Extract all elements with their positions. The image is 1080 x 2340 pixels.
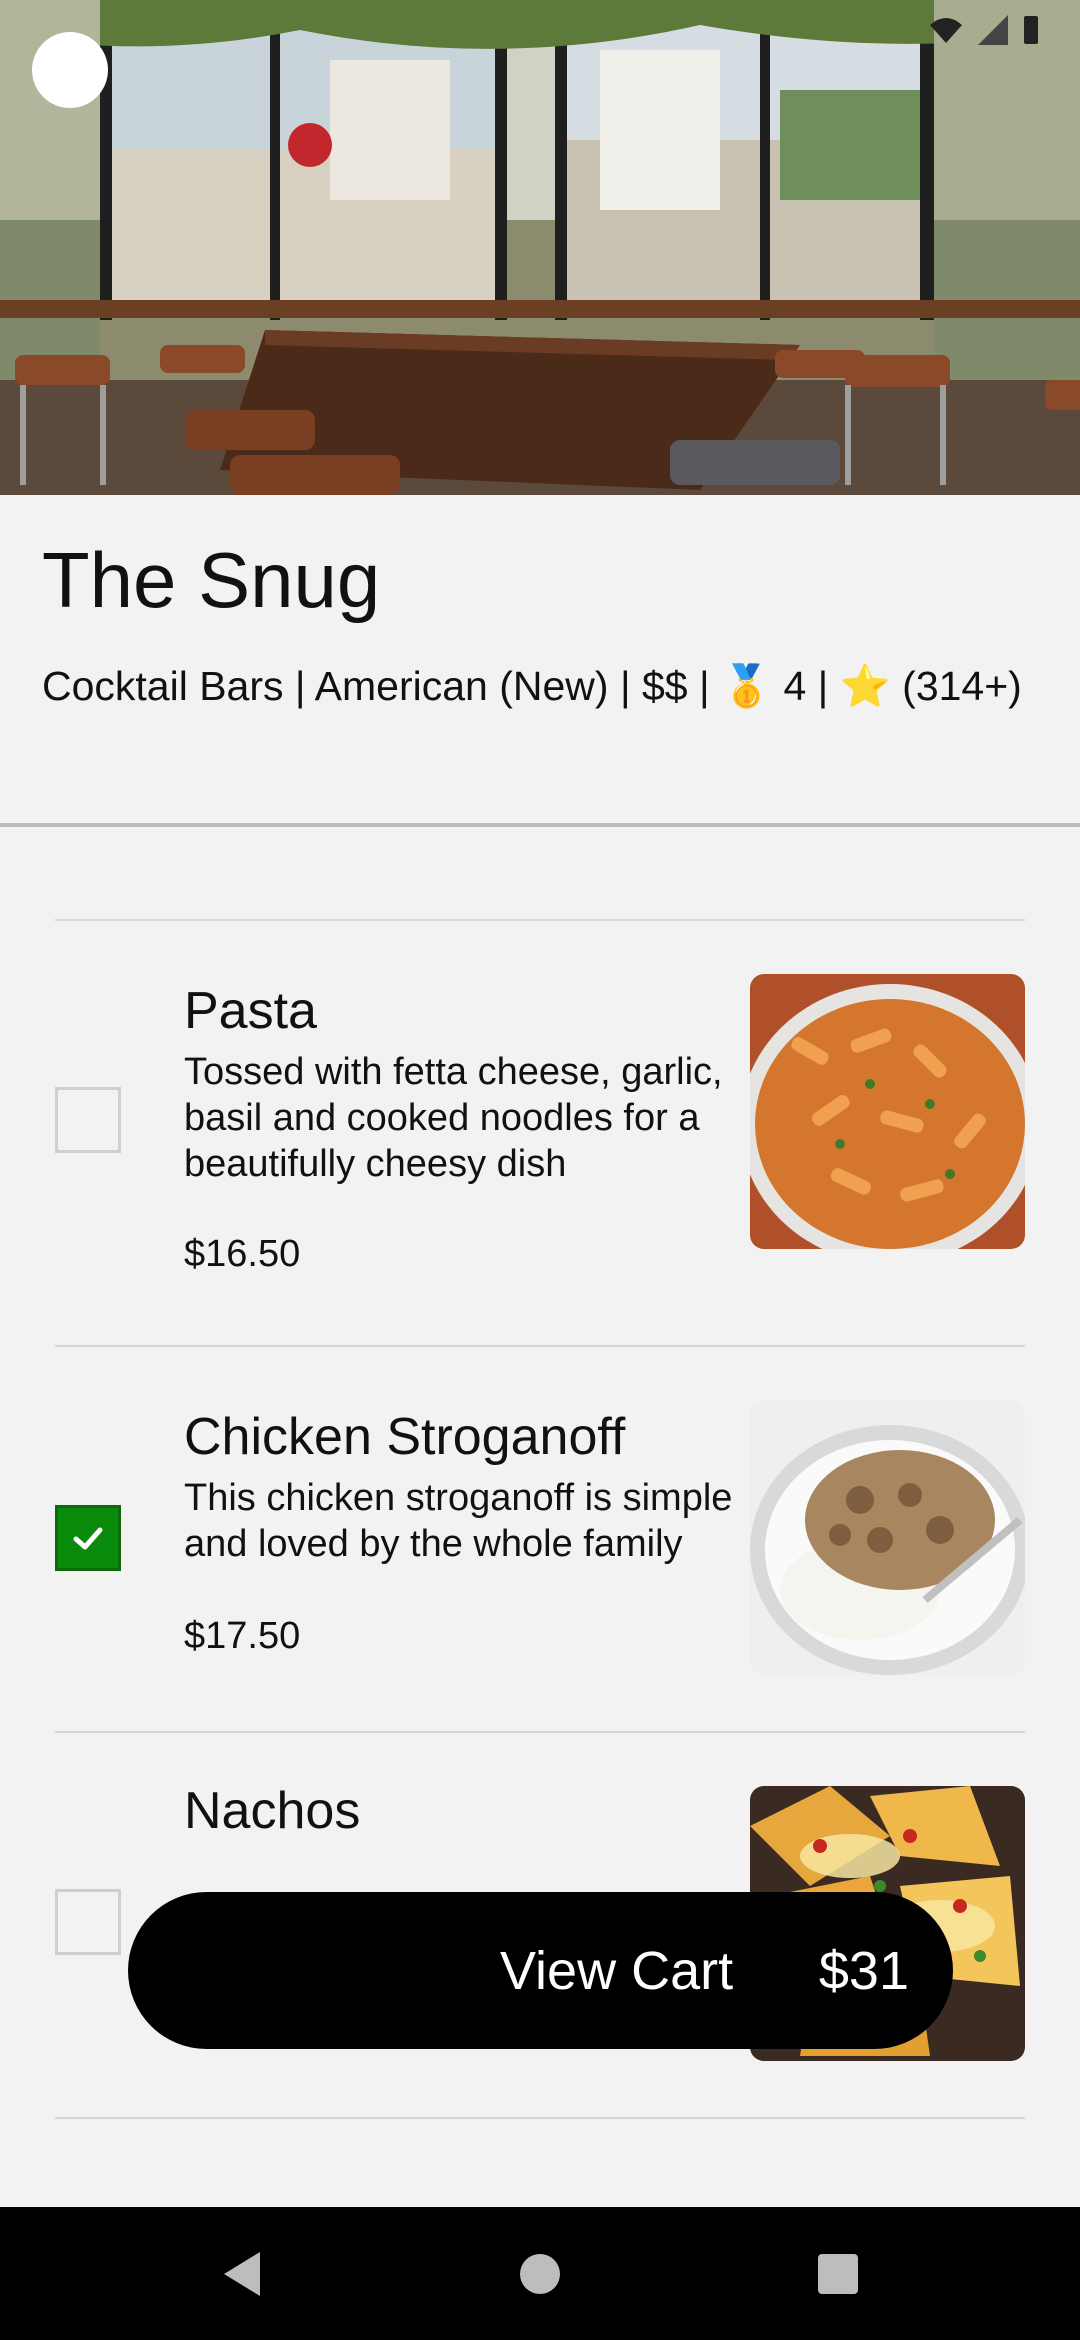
battery-icon — [1024, 16, 1038, 44]
check-icon — [73, 1527, 103, 1550]
status-bar-icons — [928, 14, 1040, 46]
item-title: Pasta — [184, 982, 317, 1040]
item-description: Tossed with fetta cheese, garlic, basil … — [184, 1051, 723, 1185]
restaurant-menu-screen: The Snug Cocktail Bars | American (New) … — [0, 0, 1080, 2340]
recents-square-icon[interactable] — [806, 2242, 870, 2306]
restaurant-hero-image — [0, 0, 1080, 495]
restaurant-name: The Snug — [42, 536, 381, 624]
cart-total: $31 — [818, 1941, 909, 2001]
restaurant-header: The Snug Cocktail Bars | American (New) … — [0, 495, 1080, 827]
divider — [55, 919, 1025, 921]
item-checkbox[interactable] — [55, 1889, 121, 1955]
back-button[interactable] — [32, 32, 108, 108]
item-price: $17.50 — [184, 1615, 301, 1657]
divider — [55, 1345, 1025, 1347]
cart-label: View Cart — [500, 1941, 734, 2001]
back-triangle-icon[interactable] — [210, 2242, 274, 2306]
pasta-photo — [750, 974, 1025, 1249]
divider — [55, 1731, 1025, 1733]
item-title: Chicken Stroganoff — [184, 1408, 626, 1466]
item-checkbox[interactable] — [55, 1087, 121, 1153]
item-title: Nachos — [184, 1782, 361, 1840]
item-price: $16.50 — [184, 1233, 301, 1275]
item-checkbox[interactable] — [55, 1505, 121, 1571]
system-navigation-bar — [0, 2207, 1080, 2340]
item-description: This chicken stroganoff is simple and lo… — [184, 1477, 733, 1565]
view-cart-button[interactable]: View Cart $31 — [128, 1892, 953, 2049]
restaurant-details: Cocktail Bars | American (New) | $$ | 🥇 … — [42, 663, 1022, 709]
stroganoff-photo — [750, 1400, 1025, 1675]
wifi-icon — [930, 18, 962, 43]
divider — [55, 2117, 1025, 2119]
home-circle-icon[interactable] — [508, 2242, 572, 2306]
signal-icon — [978, 15, 1008, 45]
